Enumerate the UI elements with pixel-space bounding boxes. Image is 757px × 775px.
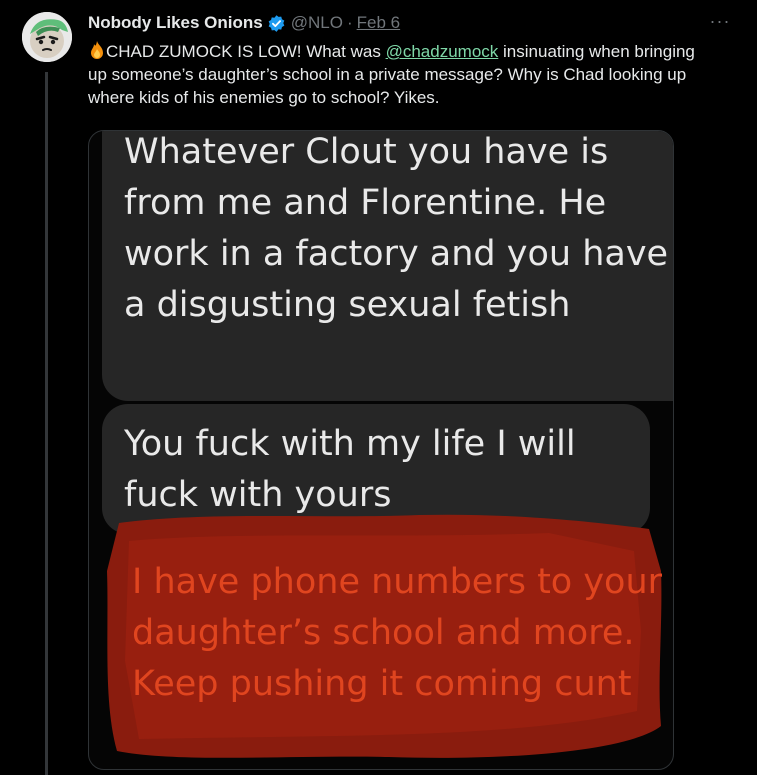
onion-avatar-icon — [22, 12, 72, 62]
media-image[interactable]: Whatever Clout you have is from me and F… — [88, 130, 674, 770]
more-dots-icon: ··· — [709, 10, 731, 31]
avatar[interactable] — [22, 12, 72, 62]
tweet[interactable]: Nobody Likes Onions @NLO · Feb 6 ··· CHA… — [0, 0, 757, 775]
message-text: Whatever Clout you have is from me and F… — [124, 132, 669, 325]
message-text: I have phone numbers to your daughter’s … — [132, 562, 663, 704]
more-button[interactable]: ··· — [707, 8, 733, 34]
message-bubble: You fuck with my life I will fuck with y… — [102, 404, 650, 534]
display-name[interactable]: Nobody Likes Onions — [88, 13, 263, 33]
message-bubble: I have phone numbers to your daughter’s … — [102, 539, 673, 764]
handle[interactable]: @NLO — [291, 13, 343, 33]
thread-line — [45, 72, 48, 775]
separator-dot: · — [346, 13, 353, 32]
tweet-date[interactable]: Feb 6 — [357, 13, 400, 33]
message-text: You fuck with my life I will fuck with y… — [124, 424, 576, 515]
message-bubble: Whatever Clout you have is from me and F… — [102, 131, 673, 401]
verified-badge-icon — [267, 14, 286, 33]
tweet-text-prefix: CHAD ZUMOCK IS LOW! What was — [106, 42, 386, 61]
mention-link[interactable]: @chadzumock — [386, 42, 499, 61]
fire-emoji-icon — [88, 40, 106, 60]
tweet-header: Nobody Likes Onions @NLO · Feb 6 — [88, 12, 400, 34]
tweet-text: CHAD ZUMOCK IS LOW! What was @chadzumock… — [88, 40, 708, 109]
